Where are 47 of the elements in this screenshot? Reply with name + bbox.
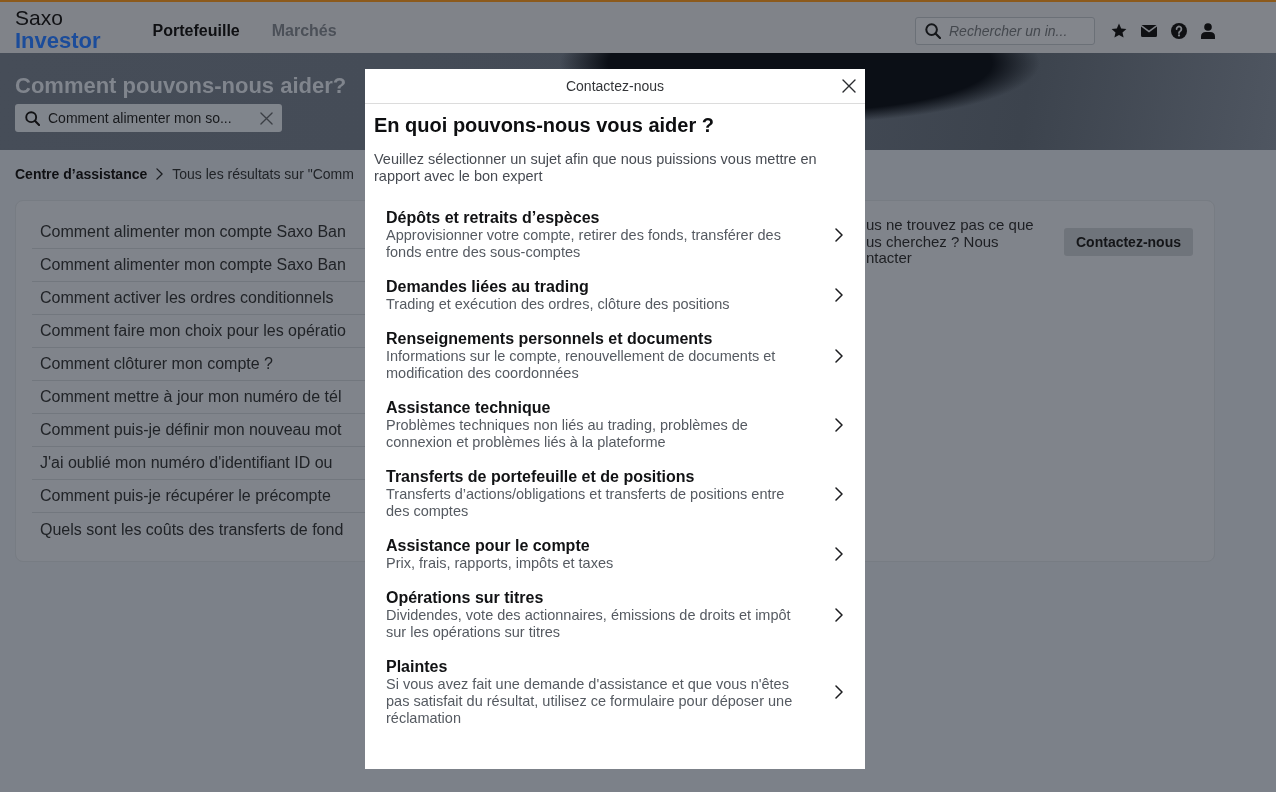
help-topic-button[interactable]: Plaintes Si vous avez fait une demande d'assistance et que vous n'êtes pas satisfait du résultat, utilisez ce formulaire pour déposer une réclamation [374,649,856,735]
help-prompt-text: us ne trouvez pas ce que us cherchez ? Nous ntacter [866,217,1035,267]
chevron-right-icon [835,417,843,432]
breadcrumb-link[interactable]: Centre d’assistance [15,166,148,182]
article-link[interactable]: Comment activer les ordres conditionnels [40,289,334,307]
chevron-right-icon [835,486,843,501]
search-icon [925,23,941,39]
hero-title: Comment pouvons-nous aider? [15,73,347,99]
dialog-title: Contactez-nous [565,78,665,94]
app-logo[interactable]: Saxo Investor [15,2,101,53]
chevron-right-icon [835,607,843,622]
help-topic-button[interactable]: Dépôts et retraits d’espèces Approvisionner votre compte, retirer des fonds, transférer des fonds entre des sous-comptes [374,200,856,269]
nav-tab[interactable]: Portefeuille [152,22,240,40]
chevron-right-icon [835,348,843,363]
article-link[interactable]: J'ai oublié mon numéro d'identifiant ID ou [40,454,333,472]
article-link[interactable]: Comment puis-je définir mon nouveau mot [40,421,342,439]
mail-icon[interactable] [1141,25,1157,37]
chevron-right-icon [835,547,843,561]
clear-icon[interactable] [260,111,273,125]
article-link[interactable]: Comment puis-je récupérer le précompte [40,487,331,505]
article-link[interactable]: Comment alimenter mon compte Saxo Ban [40,256,346,274]
chevron-right-icon [835,288,843,302]
chevron-right-icon [835,685,843,699]
contact-button[interactable]: Contactez-nous [1064,227,1193,256]
dialog-description: Veuillez sélectionner un sujet afin que nous puissions vous mettre en rapport avec le bon expert [374,151,818,185]
help-search-field[interactable]: Comment alimenter mon so... [15,104,282,132]
search-icon [25,110,40,126]
help-topic-button[interactable]: Demandes liées au trading Trading et exécution des ordres, clôture des positions [374,269,856,321]
help-topic-button[interactable]: Assistance pour le compte Prix, frais, rapports, impôts et taxes [374,528,856,580]
article-link[interactable]: Comment mettre à jour mon numéro de tél [40,388,342,406]
help-topic-button[interactable]: Transferts de portefeuille et de positions Transferts d’actions/obligations et transferts de positions entre des comptes [374,459,856,528]
chevron-right-icon [156,168,164,180]
help-topic-button[interactable]: Opérations sur titres Dividendes, vote des actionnaires, émissions de droits et impôt sur les opérations sur titres [374,580,856,649]
star-icon[interactable] [1111,23,1127,39]
user-icon[interactable] [1201,23,1215,39]
help-topic-button[interactable]: Assistance technique Problèmes techniques non liés au trading, problèmes de connexion et problèmes liés à la plateforme [374,390,856,459]
article-link[interactable]: Comment alimenter mon compte Saxo Ban [40,223,346,241]
dialog-heading: En quoi pouvons-nous vous aider ? [374,113,715,137]
chevron-right-icon [835,227,843,242]
article-link[interactable]: Comment faire mon choix pour les opératio [40,322,346,340]
article-link[interactable]: Comment clôturer mon compte ? [40,355,273,373]
breadcrumb-current: Tous les résultats sur "Comm [172,166,354,182]
search-field[interactable]: Rechercher un in... [915,17,1095,45]
help-topic-button[interactable]: Renseignements personnels et documents Informations sur le compte, renouvellement de documents et modification des coordonnées [374,321,856,390]
help-icon[interactable] [1171,23,1187,39]
close-icon[interactable] [842,79,856,93]
article-link[interactable]: Quels sont les coûts des transferts de fond [40,520,344,539]
